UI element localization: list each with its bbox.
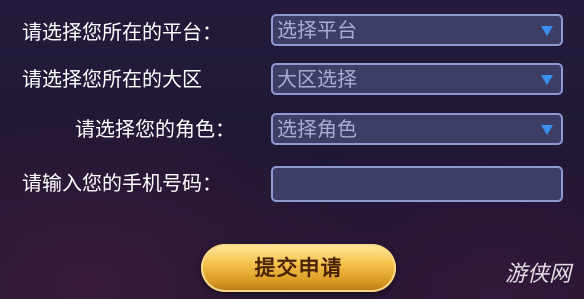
platform-label: 请选择您所在的平台： bbox=[22, 20, 222, 44]
platform-select-value: 选择平台 bbox=[277, 18, 357, 42]
chevron-down-icon bbox=[541, 75, 553, 85]
region-select-value: 大区选择 bbox=[277, 67, 357, 91]
role-label: 请选择您的角色： bbox=[75, 117, 235, 141]
region-label: 请选择您所在的大区 bbox=[22, 67, 202, 91]
role-select[interactable]: 选择角色 bbox=[271, 113, 563, 145]
chevron-down-icon bbox=[541, 125, 553, 135]
phone-label: 请输入您的手机号码： bbox=[22, 171, 222, 195]
phone-field[interactable] bbox=[271, 166, 563, 202]
role-select-value: 选择角色 bbox=[277, 117, 357, 141]
platform-select[interactable]: 选择平台 bbox=[271, 14, 563, 46]
chevron-down-icon bbox=[541, 26, 553, 36]
region-select[interactable]: 大区选择 bbox=[271, 63, 563, 95]
submit-button[interactable]: 提交申请 bbox=[201, 244, 396, 292]
phone-input[interactable] bbox=[277, 168, 561, 200]
watermark-logo: 游侠网 bbox=[505, 262, 572, 287]
